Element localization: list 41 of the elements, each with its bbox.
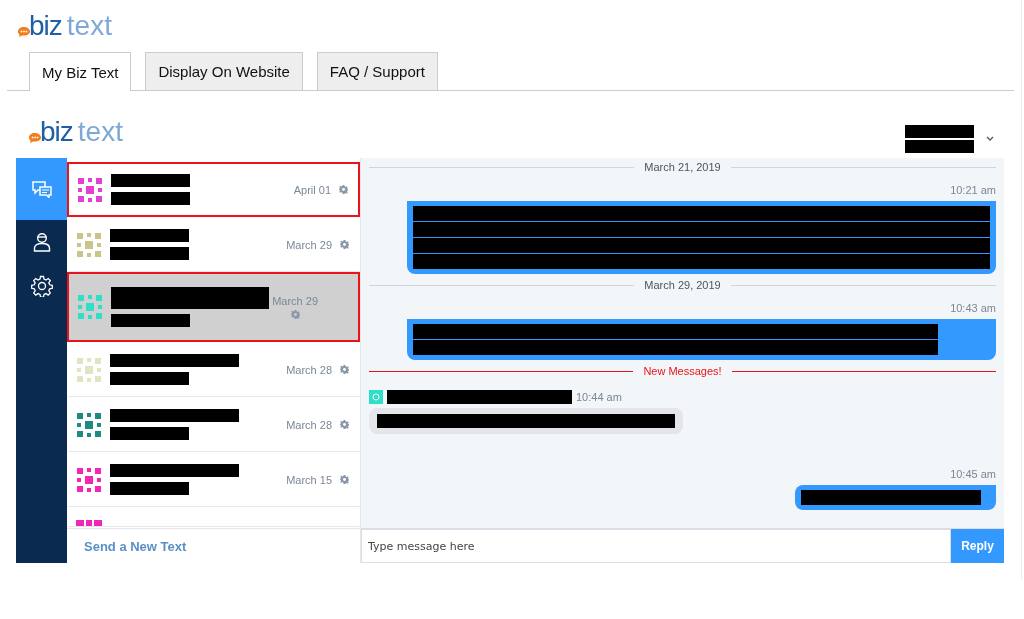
chat-bubble-icon (17, 26, 31, 38)
avatar-icon (369, 390, 383, 404)
conversation-date: March 29 (286, 238, 332, 251)
conversation-date: March 28 (286, 418, 332, 431)
gear-icon[interactable] (340, 475, 349, 484)
date-label: March 21, 2019 (643, 161, 722, 173)
conversation-date: March 15 (286, 473, 332, 486)
tab[interactable]: My Biz Text (29, 52, 132, 91)
redaction-bar (905, 124, 974, 138)
person-icon (32, 232, 51, 252)
logo-word: text (77, 117, 123, 146)
gear-icon[interactable] (340, 420, 349, 429)
tab[interactable]: FAQ / Support (316, 52, 438, 90)
date-label: March 29, 2019 (643, 279, 722, 291)
settings-icon (30, 275, 53, 297)
conversation-date: March 29 (272, 295, 318, 307)
message-time: 10:21 am (950, 184, 996, 196)
message-time: 10:44 am (576, 391, 622, 403)
gear-icon[interactable] (340, 240, 349, 249)
chevron-down-icon[interactable] (986, 136, 994, 141)
avatar-icon (76, 518, 102, 526)
redaction-bar (905, 139, 974, 153)
chat-icon (30, 180, 53, 198)
message-input[interactable]: Type message here (361, 529, 951, 563)
message-time: 10:45 am (950, 468, 996, 480)
send-new-text-link[interactable]: Send a New Text (84, 538, 187, 554)
logo-word: biz (40, 117, 73, 146)
new-messages-label: New Messages! (642, 365, 723, 377)
reply-button[interactable]: Reply (951, 529, 1004, 563)
message-time: 10:43 am (950, 302, 996, 314)
conversation-item[interactable]: April 01 (67, 162, 360, 217)
gear-icon[interactable] (340, 365, 349, 374)
conversation-date: April 01 (293, 183, 331, 196)
logo-word: biz (29, 12, 62, 40)
tab[interactable]: Display On Website (145, 52, 303, 90)
gear-icon[interactable] (339, 185, 348, 194)
chat-bubble-icon (28, 131, 42, 144)
conversation-item[interactable]: March 29 (67, 272, 360, 342)
conversation-date: March 28 (286, 363, 332, 376)
gear-icon[interactable] (290, 310, 300, 319)
logo-word: text (66, 12, 112, 40)
